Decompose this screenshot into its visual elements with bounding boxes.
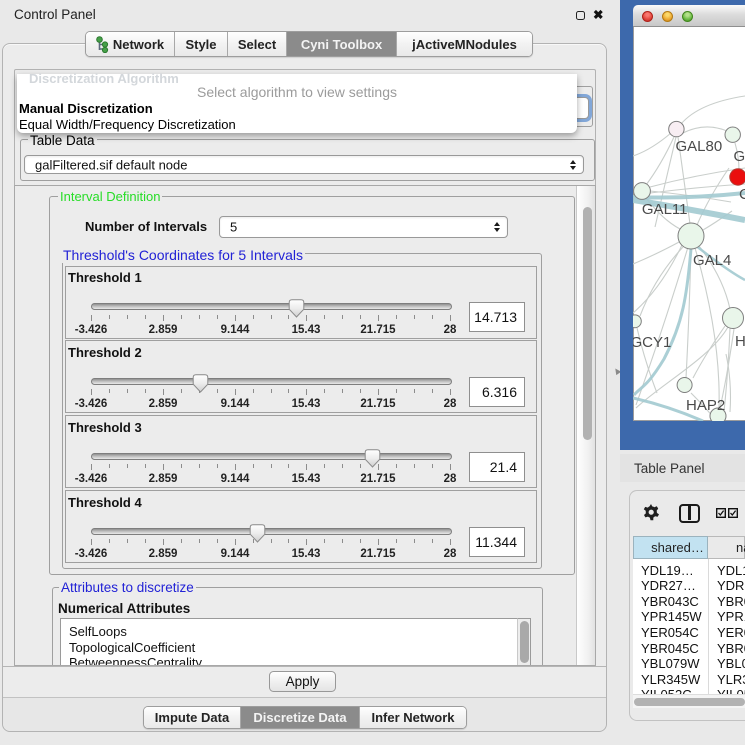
- svg-text:GAL80: GAL80: [676, 138, 723, 155]
- svg-text:GCY1: GCY1: [633, 334, 671, 351]
- svg-text:GAL4: GAL4: [693, 252, 731, 269]
- svg-text:GAL11: GAL11: [642, 201, 688, 218]
- svg-text:H: H: [735, 333, 745, 350]
- svg-text:HAP2: HAP2: [686, 397, 725, 414]
- svg-text:GA: GA: [734, 148, 745, 165]
- svg-text:C: C: [739, 186, 745, 203]
